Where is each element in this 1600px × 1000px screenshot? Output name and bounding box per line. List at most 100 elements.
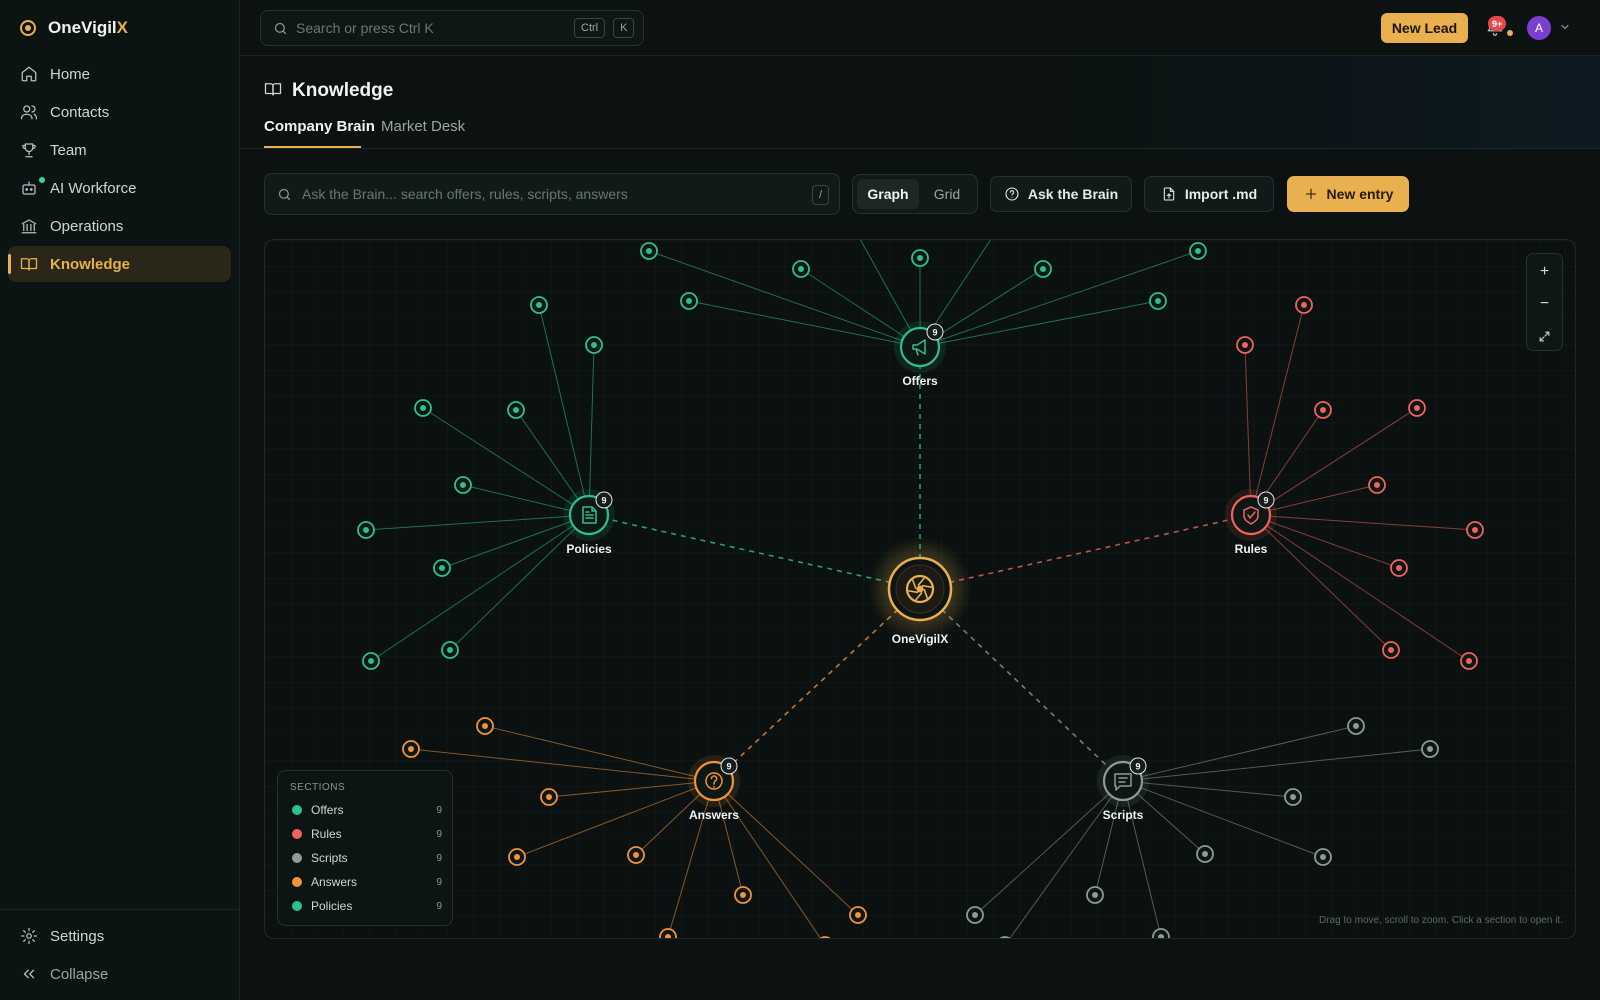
leaf-node[interactable] [1408, 399, 1426, 417]
count-badge-text: 9 [932, 328, 937, 338]
sidebar-item-home[interactable]: Home [8, 56, 231, 92]
legend-count: 9 [436, 876, 442, 888]
leaf-node[interactable] [792, 260, 810, 278]
leaf-node[interactable] [1284, 788, 1302, 806]
leaf-node[interactable] [627, 846, 645, 864]
section-hub-policies[interactable]: 9 Policies [563, 489, 615, 556]
tab-company-brain[interactable]: Company Brain [264, 118, 375, 135]
sidebar-collapse-button[interactable]: Collapse [8, 956, 231, 992]
sections-legend: SECTIONS Offers 9 Rules 9 Scripts 9 Answers… [277, 770, 453, 926]
leaf-node[interactable] [1314, 401, 1332, 419]
gear-icon [20, 927, 38, 945]
leaf-node[interactable] [966, 906, 984, 924]
leaf-node[interactable] [1149, 292, 1167, 310]
chevron-down-icon[interactable] [1559, 21, 1571, 33]
avatar[interactable]: A [1527, 16, 1551, 40]
legend-row-policies[interactable]: Policies 9 [292, 897, 442, 915]
view-graph-button[interactable]: Graph [857, 179, 919, 209]
leaf-node[interactable] [1314, 848, 1332, 866]
sidebar-item-operations[interactable]: Operations [8, 208, 231, 244]
zoom-controls: + − [1526, 253, 1563, 351]
file-upload-icon [1163, 187, 1175, 201]
legend-row-rules[interactable]: Rules 9 [292, 825, 442, 843]
view-grid-button[interactable]: Grid [921, 179, 973, 209]
section-hub-offers[interactable]: 9 Offers [894, 321, 946, 388]
leaf-link [422, 407, 590, 516]
brand-mark-icon [20, 20, 36, 36]
sidebar-item-label: Knowledge [50, 255, 131, 273]
leaf-node[interactable] [441, 641, 459, 659]
leaf-node[interactable] [1295, 296, 1313, 314]
leaf-node[interactable] [849, 906, 867, 924]
legend-row-offers[interactable]: Offers 9 [292, 801, 442, 819]
sidebar-item-knowledge[interactable]: Knowledge [8, 246, 231, 282]
expand-icon [1539, 331, 1550, 341]
legend-label: Policies [311, 899, 353, 913]
leaf-node[interactable] [454, 476, 472, 494]
leaf-node[interactable] [1421, 740, 1439, 758]
leaf-node[interactable] [734, 886, 752, 904]
leaf-node[interactable] [507, 401, 525, 419]
legend-row-scripts[interactable]: Scripts 9 [292, 849, 442, 867]
notification-dot [1507, 30, 1513, 36]
section-label: Rules [1235, 542, 1268, 556]
brain-search-input[interactable] [302, 186, 802, 202]
leaf-node[interactable] [1189, 242, 1207, 260]
leaf-node[interactable] [1368, 476, 1386, 494]
notification-badge: 9+ [1488, 16, 1507, 31]
leaf-node[interactable] [1466, 521, 1484, 539]
leaf-node[interactable] [680, 292, 698, 310]
import-md-button[interactable]: Import .md [1144, 176, 1274, 212]
kbd-slash: / [811, 185, 829, 205]
sidebar-item-settings[interactable]: Settings [8, 918, 231, 954]
global-search-input[interactable] [296, 20, 566, 36]
leaf-node[interactable] [1196, 845, 1214, 863]
sidebar-item-team[interactable]: Team [8, 132, 231, 168]
leaf-node[interactable] [1034, 260, 1052, 278]
leaf-node[interactable] [357, 521, 375, 539]
graph-canvas[interactable]: 9 Offers 9 Rules 9 Scripts 9 Answers 9 Policies On… [265, 240, 1576, 939]
global-search[interactable]: Ctrl K [260, 10, 644, 46]
fit-view-button[interactable] [1527, 320, 1562, 352]
sidebar-item-contacts[interactable]: Contacts [8, 94, 231, 130]
legend-row-answers[interactable]: Answers 9 [292, 873, 442, 891]
leaf-node[interactable] [1460, 652, 1478, 670]
leaf-node[interactable] [1382, 641, 1400, 659]
leaf-node[interactable] [362, 652, 380, 670]
kbd-ctrl: Ctrl [574, 18, 606, 38]
leaf-node[interactable] [1152, 928, 1170, 939]
leaf-node[interactable] [640, 242, 658, 260]
brain-search[interactable]: / [264, 173, 840, 215]
zoom-in-button[interactable]: + [1527, 256, 1562, 288]
center-node[interactable]: OneVigilX [868, 537, 972, 646]
leaf-node[interactable] [911, 249, 929, 267]
tab-market-desk[interactable]: Market Desk [381, 118, 465, 135]
leaf-node[interactable] [508, 848, 526, 866]
section-hub-rules[interactable]: 9 Rules [1225, 489, 1277, 556]
section-hub-scripts[interactable]: 9 Scripts [1097, 755, 1149, 822]
sidebar-item-label: Home [50, 65, 91, 83]
leaf-node[interactable] [414, 399, 432, 417]
legend-count: 9 [436, 804, 442, 816]
knowledge-graph[interactable]: 9 Offers 9 Rules 9 Scripts 9 Answers 9 Policies On… [264, 239, 1576, 939]
leaf-node[interactable] [402, 740, 420, 758]
leaf-node[interactable] [1236, 336, 1254, 354]
new-lead-button[interactable]: New Lead [1381, 13, 1468, 43]
ask-brain-button[interactable]: Ask the Brain [990, 176, 1132, 212]
sidebar-item-ai-workforce[interactable]: AI Workforce [8, 170, 231, 206]
brand-logo[interactable]: OneVigilX [20, 18, 128, 38]
leaf-node[interactable] [476, 717, 494, 735]
leaf-node[interactable] [530, 296, 548, 314]
leaf-node[interactable] [585, 336, 603, 354]
leaf-node[interactable] [1086, 886, 1104, 904]
leaf-link [410, 748, 715, 782]
new-entry-button[interactable]: New entry [1287, 176, 1409, 212]
leaf-node[interactable] [1347, 717, 1365, 735]
leaf-node[interactable] [1390, 559, 1408, 577]
leaf-node[interactable] [540, 788, 558, 806]
leaf-node[interactable] [433, 559, 451, 577]
leaf-node[interactable] [659, 928, 677, 939]
zoom-out-button[interactable]: − [1527, 288, 1562, 320]
ask-brain-label: Ask the Brain [1027, 186, 1119, 202]
section-hub-answers[interactable]: 9 Answers [688, 755, 740, 822]
